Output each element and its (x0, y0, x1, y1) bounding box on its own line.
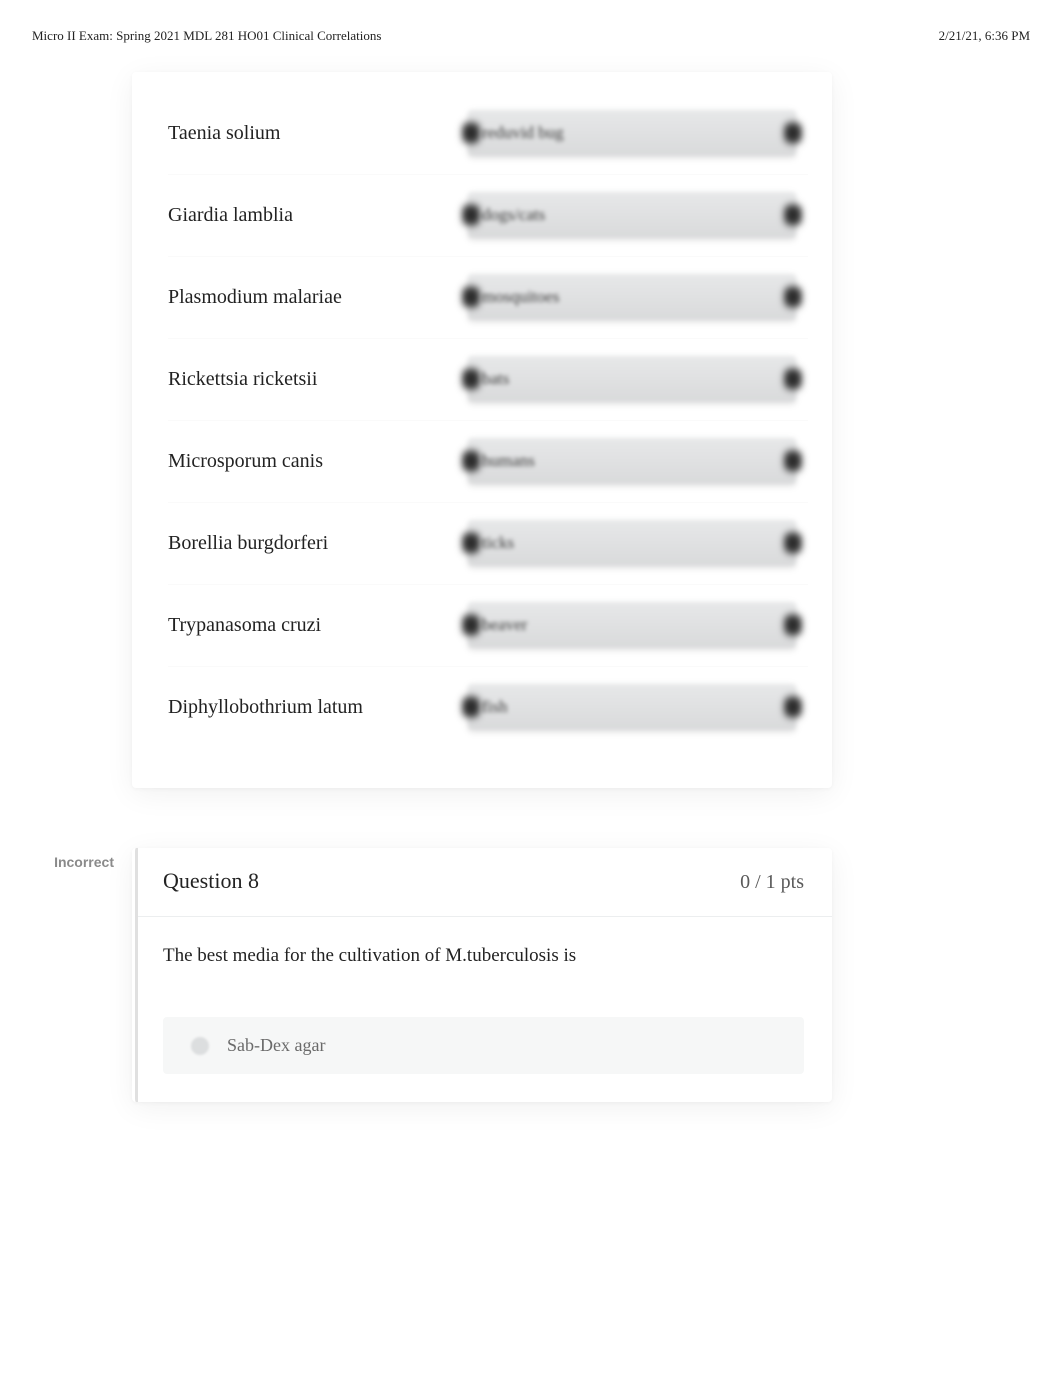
match-term: Trypanasoma cruzi (168, 614, 468, 637)
match-term: Borellia burgdorferi (168, 532, 468, 555)
drag-handle-icon (784, 444, 802, 478)
match-answer-text: mosquitoes (482, 287, 559, 307)
match-row: Trypanasoma cruzi beaver (132, 584, 832, 666)
drag-handle-icon (462, 690, 480, 724)
match-answer-dropdown[interactable]: mosquitoes (468, 274, 796, 320)
drag-handle-icon (462, 444, 480, 478)
match-row: Diphyllobothrium latum fish (132, 666, 832, 748)
match-answer-dropdown[interactable]: reduvid bug (468, 110, 796, 156)
drag-handle-icon (784, 526, 802, 560)
match-answer-dropdown[interactable]: humans (468, 438, 796, 484)
drag-handle-icon (784, 608, 802, 642)
match-row: Borellia burgdorferi ticks (132, 502, 832, 584)
question-title: Question 8 (163, 868, 259, 894)
match-term: Rickettsia ricketsii (168, 368, 468, 391)
match-row: Rickettsia ricketsii bats (132, 338, 832, 420)
drag-handle-icon (462, 362, 480, 396)
match-answer-text: ticks (482, 533, 514, 553)
drag-handle-icon (462, 198, 480, 232)
matching-card: Taenia solium reduvid bug Giardia lambli… (132, 72, 832, 788)
header-left: Micro II Exam: Spring 2021 MDL 281 HO01 … (32, 28, 381, 44)
question-status-label: Incorrect (32, 848, 132, 870)
drag-handle-icon (784, 116, 802, 150)
match-answer-text: reduvid bug (482, 123, 564, 143)
match-row: Microsporum canis humans (132, 420, 832, 502)
radio-icon (191, 1037, 209, 1055)
match-term: Microsporum canis (168, 450, 468, 473)
drag-handle-icon (784, 690, 802, 724)
match-row: Giardia lamblia dogs/cats (132, 174, 832, 256)
match-row: Taenia solium reduvid bug (132, 92, 832, 174)
drag-handle-icon (784, 280, 802, 314)
match-answer-text: bats (482, 369, 509, 389)
question-card: Question 8 0 / 1 pts The best media for … (132, 848, 832, 1102)
match-answer-dropdown[interactable]: dogs/cats (468, 192, 796, 238)
match-answer-dropdown[interactable]: ticks (468, 520, 796, 566)
drag-handle-icon (462, 608, 480, 642)
match-answer-text: beaver (482, 615, 527, 635)
drag-handle-icon (462, 116, 480, 150)
match-term: Giardia lamblia (168, 204, 468, 227)
match-answer-dropdown[interactable]: fish (468, 684, 796, 730)
match-answer-text: fish (482, 697, 508, 717)
question-prompt: The best media for the cultivation of M.… (135, 917, 832, 995)
match-answer-dropdown[interactable]: beaver (468, 602, 796, 648)
match-answer-text: dogs/cats (482, 205, 545, 225)
match-term: Diphyllobothrium latum (168, 696, 468, 719)
drag-handle-icon (462, 280, 480, 314)
header-right: 2/21/21, 6:36 PM (939, 28, 1030, 44)
match-answer-dropdown[interactable]: bats (468, 356, 796, 402)
answer-option[interactable]: Sab-Dex agar (163, 1017, 804, 1074)
page-header: Micro II Exam: Spring 2021 MDL 281 HO01 … (32, 28, 1030, 44)
drag-handle-icon (462, 526, 480, 560)
match-term: Taenia solium (168, 122, 468, 145)
drag-handle-icon (784, 198, 802, 232)
question-points: 0 / 1 pts (740, 871, 804, 894)
match-term: Plasmodium malariae (168, 286, 468, 309)
answer-option-text: Sab-Dex agar (227, 1035, 325, 1056)
match-row: Plasmodium malariae mosquitoes (132, 256, 832, 338)
match-answer-text: humans (482, 451, 535, 471)
drag-handle-icon (784, 362, 802, 396)
